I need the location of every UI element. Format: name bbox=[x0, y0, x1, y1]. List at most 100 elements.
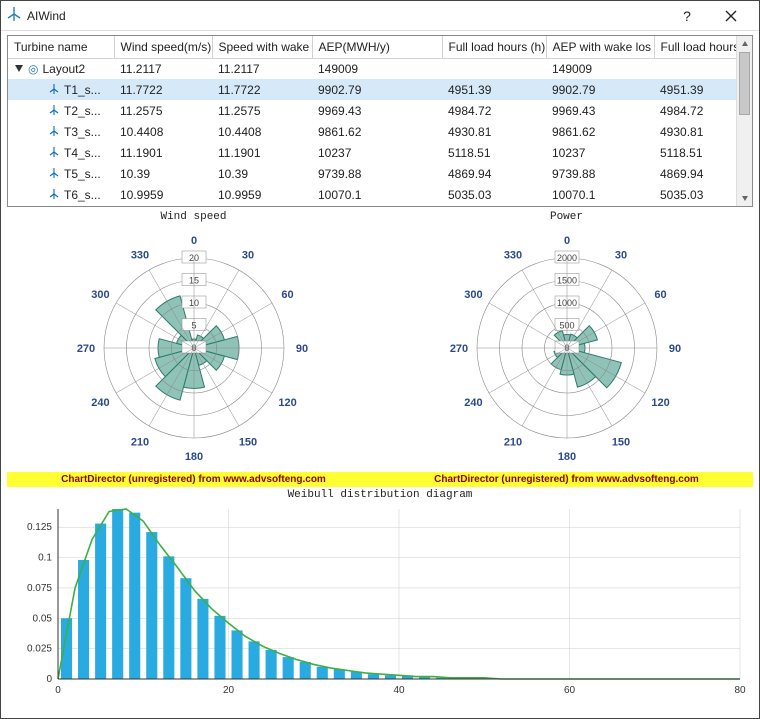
cell: 10.4408 bbox=[114, 121, 212, 142]
cell: 10.9959 bbox=[212, 184, 312, 205]
scroll-up-icon[interactable] bbox=[737, 36, 752, 52]
cell: 9969.43 bbox=[312, 100, 442, 121]
chart-watermark: ChartDirector (unregistered) from www.ad… bbox=[380, 472, 753, 487]
svg-text:90: 90 bbox=[668, 343, 680, 355]
cell: 149009 bbox=[312, 58, 442, 79]
svg-text:0.05: 0.05 bbox=[33, 613, 53, 624]
svg-text:210: 210 bbox=[503, 437, 521, 449]
power-polar-plot: 0500100015002000030609012015018021024027… bbox=[422, 223, 712, 469]
turbine-name: T3_s... bbox=[64, 125, 101, 139]
turbine-icon bbox=[48, 167, 60, 181]
svg-text:60: 60 bbox=[654, 289, 666, 301]
layout-row[interactable]: ◎Layout211.211711.2117149009149009 bbox=[8, 58, 752, 79]
cell: 10.39 bbox=[212, 163, 312, 184]
svg-text:150: 150 bbox=[238, 437, 256, 449]
svg-text:40: 40 bbox=[393, 685, 405, 696]
column-header[interactable]: Speed with wake l bbox=[212, 36, 312, 58]
svg-text:0: 0 bbox=[55, 685, 61, 696]
svg-text:180: 180 bbox=[184, 451, 202, 463]
svg-text:240: 240 bbox=[464, 397, 482, 409]
windspeed-chart: Wind speed 05101520030609012015018021024… bbox=[9, 209, 379, 472]
turbine-icon bbox=[48, 104, 60, 118]
svg-text:270: 270 bbox=[449, 343, 467, 355]
table-row[interactable]: T6_s...10.995910.995910070.15035.0310070… bbox=[8, 184, 752, 205]
cell: 9861.62 bbox=[546, 121, 654, 142]
cell: 9861.62 bbox=[312, 121, 442, 142]
turbine-name: T1_s... bbox=[64, 83, 101, 97]
windspeed-polar-plot: 051015200306090120150180210240270300330 bbox=[49, 223, 339, 469]
polar-charts-row: Wind speed 05101520030609012015018021024… bbox=[7, 209, 753, 472]
cell: 5035.03 bbox=[442, 184, 546, 205]
layout-icon: ◎ bbox=[28, 62, 38, 76]
turbine-name: T2_s... bbox=[64, 104, 101, 118]
cell: 10070.1 bbox=[546, 184, 654, 205]
power-chart: Power 0500100015002000030609012015018021… bbox=[382, 209, 752, 472]
scroll-down-icon[interactable] bbox=[737, 190, 752, 206]
cell: 10070.1 bbox=[312, 184, 442, 205]
column-header[interactable]: AEP(MWH/y) bbox=[312, 36, 442, 58]
weibull-title: Weibull distribution diagram bbox=[7, 489, 753, 501]
turbine-name: T4_s... bbox=[64, 146, 101, 160]
scroll-thumb[interactable] bbox=[739, 52, 750, 115]
cell: 9902.79 bbox=[312, 79, 442, 100]
table-row[interactable]: T4_s...11.190111.1901102375118.511023751… bbox=[8, 142, 752, 163]
svg-text:0.1: 0.1 bbox=[38, 553, 52, 564]
cell: 10.39 bbox=[114, 163, 212, 184]
cell: 9739.88 bbox=[546, 163, 654, 184]
turbine-icon bbox=[48, 83, 60, 97]
cell: 9902.79 bbox=[546, 79, 654, 100]
cell: 149009 bbox=[546, 58, 654, 79]
titlebar: AIWind ? bbox=[1, 1, 759, 31]
svg-text:330: 330 bbox=[503, 249, 521, 261]
table-scrollbar[interactable] bbox=[736, 36, 752, 206]
cell: 10237 bbox=[546, 142, 654, 163]
turbine-icon bbox=[48, 188, 60, 202]
app-icon bbox=[7, 7, 21, 24]
table-row[interactable]: T1_s...11.772211.77229902.794951.399902.… bbox=[8, 79, 752, 100]
layout-name: Layout2 bbox=[42, 62, 85, 76]
cell: 11.2575 bbox=[114, 100, 212, 121]
help-button[interactable]: ? bbox=[665, 2, 709, 30]
cell: 5118.51 bbox=[442, 142, 546, 163]
cell: 4869.94 bbox=[442, 163, 546, 184]
cell: 10.9959 bbox=[114, 184, 212, 205]
table-row[interactable]: T2_s...11.257511.25759969.434984.729969.… bbox=[8, 100, 752, 121]
cell: 4984.72 bbox=[442, 100, 546, 121]
svg-text:20: 20 bbox=[223, 685, 235, 696]
cell: 9739.88 bbox=[312, 163, 442, 184]
cell bbox=[442, 58, 546, 79]
svg-text:300: 300 bbox=[91, 289, 109, 301]
cell: 11.2575 bbox=[212, 100, 312, 121]
watermark-row: ChartDirector (unregistered) from www.ad… bbox=[7, 472, 753, 487]
app-window: AIWind ? Turbine nameWind speed(m/s)Spee… bbox=[0, 0, 760, 719]
close-button[interactable] bbox=[709, 2, 753, 30]
expand-toggle[interactable] bbox=[14, 63, 24, 73]
app-title: AIWind bbox=[27, 9, 665, 23]
svg-text:330: 330 bbox=[130, 249, 148, 261]
chart-title: Wind speed bbox=[9, 211, 379, 223]
column-header[interactable]: Wind speed(m/s) bbox=[114, 36, 212, 58]
table-row[interactable]: T3_s...10.440810.44089861.624930.819861.… bbox=[8, 121, 752, 142]
chart-title: Power bbox=[382, 211, 752, 223]
cell: 11.2117 bbox=[114, 58, 212, 79]
svg-text:0.075: 0.075 bbox=[27, 583, 52, 594]
svg-text:30: 30 bbox=[241, 249, 253, 261]
cell: 11.1901 bbox=[212, 142, 312, 163]
table-row[interactable]: T5_s...10.3910.399739.884869.949739.8848… bbox=[8, 163, 752, 184]
svg-text:30: 30 bbox=[614, 249, 626, 261]
svg-text:0: 0 bbox=[563, 235, 569, 247]
svg-text:210: 210 bbox=[130, 437, 148, 449]
svg-text:0.025: 0.025 bbox=[27, 644, 52, 655]
cell: 10.4408 bbox=[212, 121, 312, 142]
svg-text:240: 240 bbox=[91, 397, 109, 409]
column-header[interactable]: AEP with wake los bbox=[546, 36, 654, 58]
column-header[interactable]: Full load hours (h) bbox=[442, 36, 546, 58]
svg-text:180: 180 bbox=[557, 451, 575, 463]
cell: 11.1901 bbox=[114, 142, 212, 163]
svg-text:150: 150 bbox=[611, 437, 629, 449]
svg-text:0: 0 bbox=[46, 674, 52, 685]
column-header[interactable]: Turbine name bbox=[8, 36, 114, 58]
svg-text:300: 300 bbox=[464, 289, 482, 301]
svg-text:270: 270 bbox=[76, 343, 94, 355]
cell: 11.7722 bbox=[212, 79, 312, 100]
